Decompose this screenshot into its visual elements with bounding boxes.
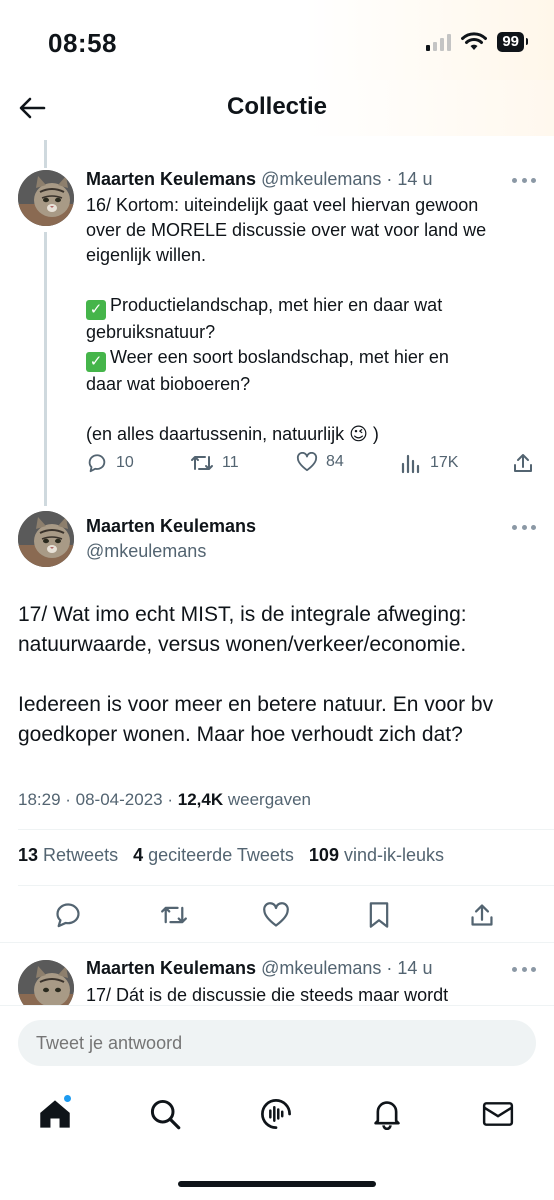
retweets-stat[interactable]: 13 Retweets <box>18 845 118 865</box>
search-icon <box>150 1099 181 1130</box>
reply-area <box>0 1005 554 1200</box>
tweet-line-checked: ✓ Productielandschap, met hier en daar wa… <box>86 293 526 320</box>
notification-dot <box>63 1094 72 1103</box>
tweet-line: (en alles daartussenin, natuurlijk 😉 ) <box>86 424 379 444</box>
retweet-icon <box>161 906 187 924</box>
speech-bubble-icon <box>56 903 80 928</box>
author-name[interactable]: Maarten Keulemans <box>86 169 256 189</box>
quotes-stat[interactable]: 4 geciteerde Tweets <box>133 845 294 865</box>
bar-chart-icon <box>401 454 420 474</box>
tweet-line: Iedereen is voor meer en betere natuur. … <box>18 693 494 716</box>
tweet-line-checked: ✓ Weer een soort boslandschap, met hier e… <box>86 345 526 372</box>
tweet-text: 16/ Kortom: uiteindelijk gaat veel hierv… <box>86 193 526 447</box>
reply-count: 10 <box>116 454 134 471</box>
envelope-icon <box>482 1102 514 1126</box>
avatar[interactable] <box>18 170 74 226</box>
tweet-line: daar wat bioboeren? <box>86 374 251 394</box>
retweet-icon <box>191 456 213 470</box>
cat-avatar-image <box>18 170 74 226</box>
share-icon <box>514 454 532 472</box>
top-bar: Collectie <box>0 80 554 136</box>
reply-button[interactable] <box>52 899 84 931</box>
views-label: weergaven <box>227 790 312 809</box>
nav-spaces[interactable] <box>258 1096 294 1132</box>
view-count: 17K <box>430 454 459 471</box>
like-count: 84 <box>326 453 344 470</box>
tweet-line <box>86 268 526 293</box>
author-name[interactable]: Maarten Keulemans <box>86 958 256 978</box>
author-handle[interactable]: @mkeulemans <box>261 958 381 978</box>
more-options-icon[interactable] <box>512 963 536 975</box>
more-options-icon[interactable] <box>512 174 536 186</box>
share-button[interactable] <box>466 899 498 931</box>
tweet-line: over de MORELE discussie over wat voor l… <box>86 220 487 240</box>
tweet-actions: 10 11 84 17K <box>86 452 536 478</box>
bookmark-icon <box>369 902 389 928</box>
reply-input[interactable] <box>18 1020 536 1066</box>
battery-icon: 99 <box>497 32 528 52</box>
wifi-icon <box>461 32 488 50</box>
tweet-line: eigenlijk willen. <box>86 245 207 265</box>
tweet-line <box>18 660 538 690</box>
thread-line <box>44 232 47 506</box>
author-handle[interactable]: @mkeulemans <box>86 541 206 562</box>
bookmark-button[interactable] <box>363 899 395 931</box>
retweet-count: 11 <box>222 454 239 471</box>
page-title: Collectie <box>226 93 328 120</box>
heart-icon <box>296 452 318 472</box>
status-icons: 99 <box>426 32 528 52</box>
avatar[interactable] <box>18 511 74 567</box>
check-mark-icon: ✓ <box>86 352 106 372</box>
status-bar: 08:58 99 <box>0 0 554 80</box>
retweet-button[interactable]: 11 <box>190 452 239 474</box>
nav-search[interactable] <box>147 1096 183 1132</box>
tweet-time: · 14 u <box>386 169 433 189</box>
tweet-line: 17/ Wat imo echt MIST, is de integrale a… <box>18 603 467 626</box>
more-options-icon[interactable] <box>512 521 536 533</box>
home-indicator <box>178 1181 376 1187</box>
tweet-meta: 18:29 · 08-04-2023 · 12,4K weergaven <box>18 790 311 810</box>
reply-button[interactable]: 10 <box>86 452 134 474</box>
author-name[interactable]: Maarten Keulemans <box>86 516 256 537</box>
views-button[interactable]: 17K <box>400 452 458 474</box>
share-button[interactable] <box>512 452 534 474</box>
cat-avatar-image <box>18 511 74 567</box>
views-count: 12,4K <box>177 790 224 809</box>
speech-bubble-icon <box>88 454 106 473</box>
tweet-stats: 13 Retweets 4 geciteerde Tweets 109 vind… <box>18 845 444 866</box>
tweet-line <box>86 397 526 422</box>
nav-notifications[interactable] <box>369 1096 405 1132</box>
cellular-signal-icon <box>426 33 452 51</box>
thread-line <box>44 140 47 168</box>
tweet-line: 16/ Kortom: uiteindelijk gaat veel hierv… <box>86 195 479 215</box>
heart-icon <box>263 902 289 927</box>
check-mark-icon: ✓ <box>86 300 106 320</box>
retweet-button[interactable] <box>158 899 190 931</box>
tweet-line: goedkoper wonen. Maar hoe verhoudt zich … <box>18 723 463 746</box>
tweet-time: · 14 u <box>386 958 433 978</box>
tweet-line: gebruiksnatuur? <box>86 322 216 342</box>
divider <box>0 942 554 943</box>
nav-home[interactable] <box>37 1094 73 1132</box>
spaces-icon <box>261 1099 291 1129</box>
like-button[interactable]: 84 <box>296 452 344 472</box>
bell-icon <box>374 1101 400 1130</box>
nav-messages[interactable] <box>480 1096 516 1132</box>
tweet-timestamp[interactable]: 18:29 · 08-04-2023 · <box>18 790 173 809</box>
tweet-header: Maarten Keulemans @mkeulemans · 14 u <box>86 169 432 190</box>
likes-stat[interactable]: 109 vind-ik-leuks <box>309 845 444 865</box>
status-time: 08:58 <box>48 28 117 58</box>
author-handle[interactable]: @mkeulemans <box>261 169 381 189</box>
share-icon <box>471 904 493 926</box>
main-tweet-actions <box>0 895 554 935</box>
tweet-line: natuurwaarde, versus wonen/verkeer/econo… <box>18 633 467 656</box>
main-tweet-text: 17/ Wat imo echt MIST, is de integrale a… <box>18 600 538 750</box>
tweet-header: Maarten Keulemans @mkeulemans · 14 u <box>86 958 432 979</box>
like-button[interactable] <box>260 899 292 931</box>
divider <box>18 829 554 830</box>
divider <box>18 885 554 886</box>
